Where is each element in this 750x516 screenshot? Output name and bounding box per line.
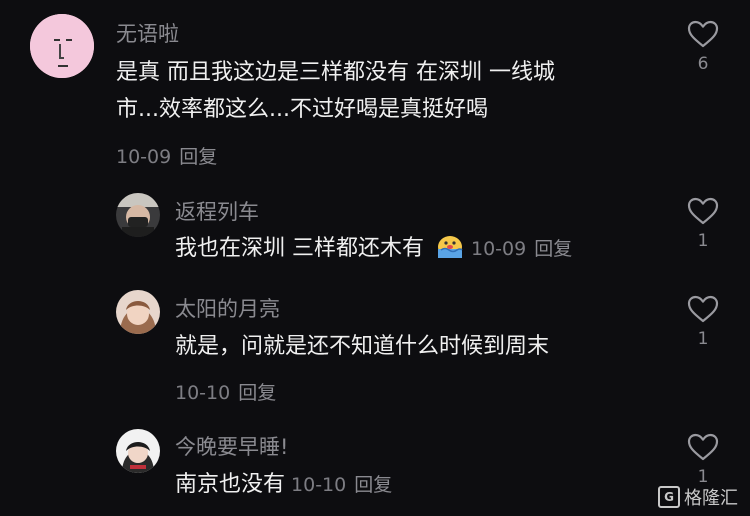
reply-button[interactable]: 回复 — [238, 382, 276, 404]
username[interactable]: 无语啦 — [116, 18, 179, 48]
comment-meta: 10-10 回复 — [175, 378, 276, 405]
comment-text: 南京也没有 — [175, 472, 286, 497]
avatar[interactable] — [116, 290, 160, 334]
heart-icon — [687, 433, 719, 461]
reply-button[interactable]: 回复 — [179, 146, 217, 168]
like-count: 1 — [697, 231, 709, 251]
comment-date: 10-10 — [291, 474, 347, 496]
comment-meta: 10-09 回复 — [116, 142, 217, 169]
username[interactable]: 今晚要早睡! — [175, 431, 288, 461]
comment-text-line2: 市...效率都这么...不过好喝是真挺好喝 — [116, 97, 488, 122]
watermark-text: 格隆汇 — [684, 488, 738, 509]
comment-text: 就是，问就是还不知道什么时候到周末 — [175, 334, 550, 359]
like-button[interactable]: 1 — [683, 197, 723, 251]
like-button[interactable]: 1 — [683, 433, 723, 487]
comment-date: 10-09 — [116, 146, 172, 168]
like-count: 1 — [697, 329, 709, 349]
heart-icon — [687, 20, 719, 48]
crying-emoji-icon — [438, 236, 463, 258]
comment-date: 10-10 — [175, 382, 231, 404]
watermark-logo-icon: G — [658, 486, 680, 508]
watermark: G 格隆汇 — [658, 484, 738, 510]
person-avatar-icon — [116, 290, 160, 334]
person-avatar-icon — [116, 193, 160, 237]
heart-icon — [687, 295, 719, 323]
reply-button[interactable]: 回复 — [534, 238, 572, 260]
comment-text: 我也在深圳 三样都还木有 — [175, 236, 424, 261]
comment-text-row: 我也在深圳 三样都还木有 10-09 回复 — [175, 231, 572, 267]
avatar[interactable] — [116, 429, 160, 473]
reply-button[interactable]: 回复 — [354, 474, 392, 496]
username[interactable]: 太阳的月亮 — [175, 293, 280, 323]
comment-text-line1: 是真 而且我这边是三样都没有 在深圳 一线城 — [116, 60, 555, 85]
like-button[interactable]: 6 — [683, 20, 723, 74]
like-button[interactable]: 1 — [683, 295, 723, 349]
username[interactable]: 返程列车 — [175, 196, 259, 226]
avatar[interactable] — [30, 14, 94, 78]
avatar[interactable] — [116, 193, 160, 237]
person-avatar-icon — [116, 429, 160, 473]
comment-date: 10-09 — [471, 238, 527, 260]
comment-text-row: 南京也没有 10-10 回复 — [175, 467, 392, 503]
like-count: 6 — [697, 54, 709, 74]
face-avatar-icon — [30, 14, 94, 78]
heart-icon — [687, 197, 719, 225]
